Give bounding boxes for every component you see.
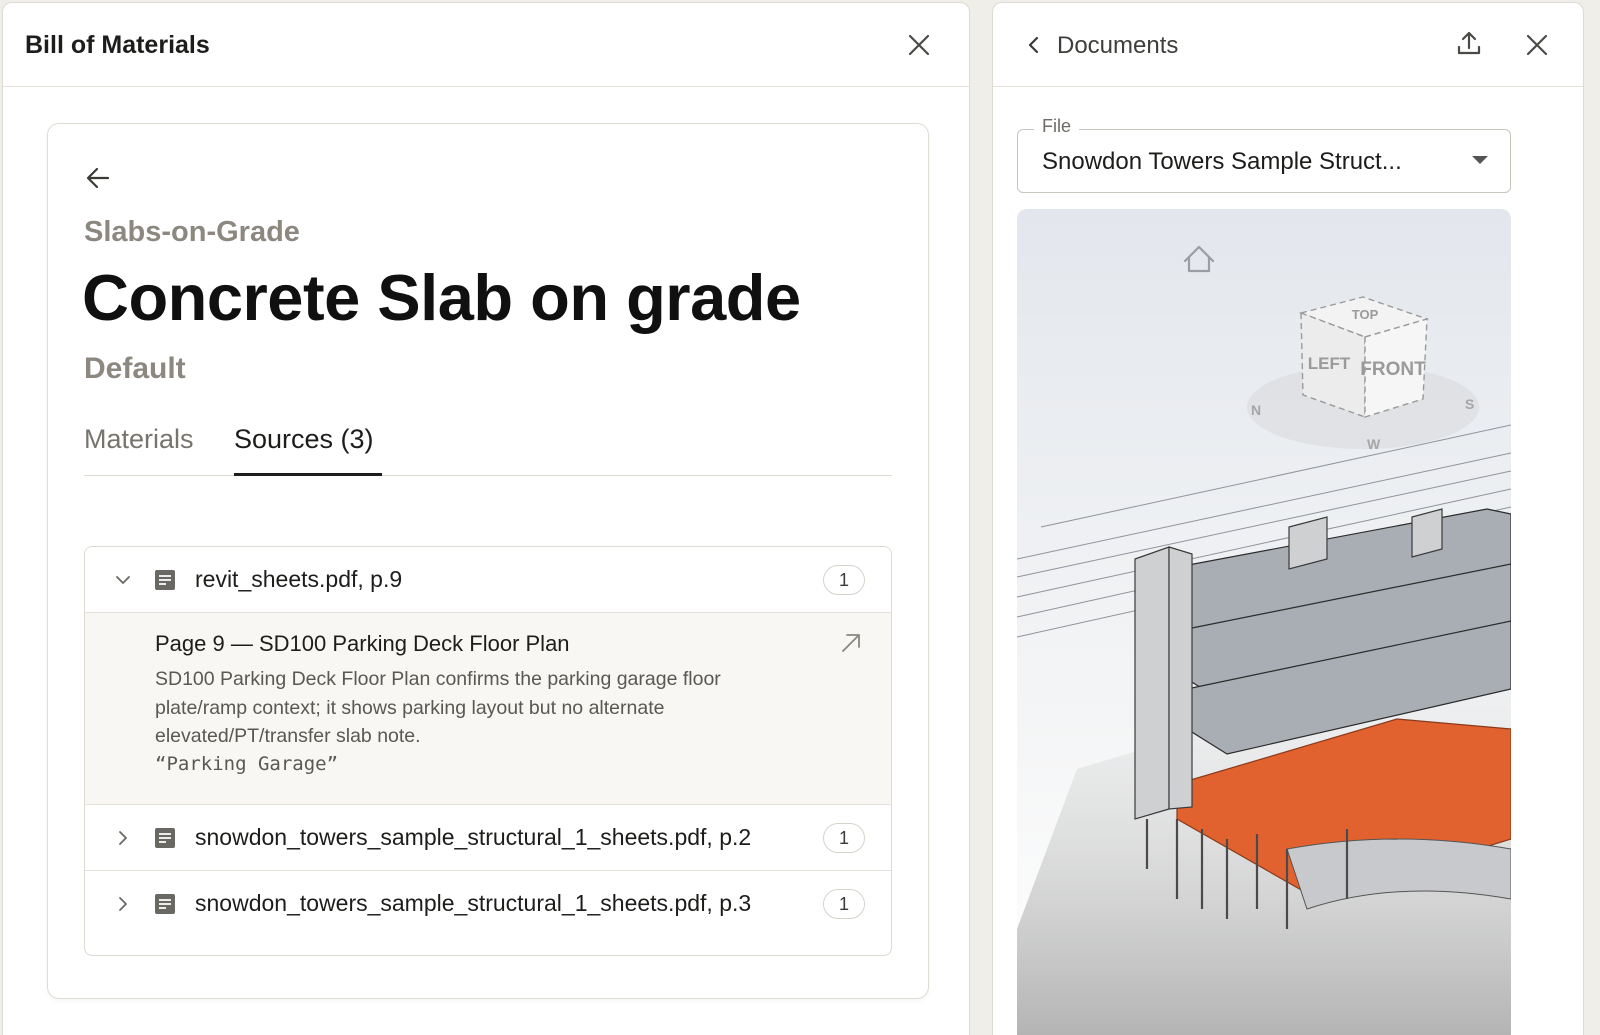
source-name: snowdon_towers_sample_structural_1_sheet… xyxy=(195,890,752,916)
bom-header: Bill of Materials xyxy=(3,3,969,87)
document-icon xyxy=(155,828,175,848)
viewcube-top-label: TOP xyxy=(1352,307,1379,322)
file-select-value: Snowdon Towers Sample Struct... xyxy=(1042,148,1402,175)
building-model-render: TOP LEFT FRONT N S W xyxy=(1017,245,1511,1035)
model-viewer[interactable]: TOP LEFT FRONT N S W xyxy=(1017,209,1511,1035)
viewcube-front-label: FRONT xyxy=(1360,359,1426,380)
source-detail-body: SD100 Parking Deck Floor Plan confirms t… xyxy=(155,668,721,747)
source-count-badge: 1 xyxy=(823,889,865,919)
chevron-right-icon[interactable] xyxy=(113,894,133,914)
active-tab-indicator xyxy=(234,473,382,476)
source-name: snowdon_towers_sample_structural_1_sheet… xyxy=(195,824,752,850)
source-row[interactable]: snowdon_towers_sample_structural_1_sheet… xyxy=(85,871,891,937)
item-tabs: Materials Sources (3) xyxy=(84,414,892,476)
item-variant: Default xyxy=(84,352,186,385)
item-category: Slabs-on-Grade xyxy=(84,216,300,248)
caret-down-icon xyxy=(1472,156,1488,164)
sources-list: revit_sheets.pdf, p.9 1 Page 9 — SD100 P… xyxy=(84,546,892,956)
bom-item-card: Slabs-on-Grade Concrete Slab on grade De… xyxy=(47,123,929,999)
bill-of-materials-panel: Bill of Materials Slabs-on-Grade Concret… xyxy=(2,2,970,1035)
source-row[interactable]: snowdon_towers_sample_structural_1_sheet… xyxy=(85,805,891,871)
documents-panel: Documents File Snowdon Towers Sample Str… xyxy=(992,2,1584,1035)
source-row[interactable]: revit_sheets.pdf, p.9 1 xyxy=(85,547,891,613)
source-count-badge: 1 xyxy=(823,823,865,853)
back-button[interactable] xyxy=(80,160,116,196)
close-icon xyxy=(1526,34,1548,56)
home-icon[interactable] xyxy=(1183,245,1215,273)
document-icon xyxy=(155,894,175,914)
close-documents-button[interactable] xyxy=(1519,27,1555,63)
tab-sources[interactable]: Sources (3) xyxy=(234,424,374,455)
tab-materials[interactable]: Materials xyxy=(84,424,194,455)
file-select[interactable]: File Snowdon Towers Sample Struct... xyxy=(1017,116,1511,193)
chevron-down-icon[interactable] xyxy=(113,570,133,590)
source-name: revit_sheets.pdf, p.9 xyxy=(195,566,403,592)
close-icon xyxy=(908,34,930,56)
file-select-label: File xyxy=(1034,116,1080,137)
source-count-badge: 1 xyxy=(823,565,865,595)
close-bom-button[interactable] xyxy=(901,27,937,63)
documents-header: Documents xyxy=(993,3,1583,87)
bom-title: Bill of Materials xyxy=(25,31,210,59)
source-detail-title: Page 9 — SD100 Parking Deck Floor Plan xyxy=(155,631,570,656)
arrow-up-right-icon[interactable] xyxy=(837,629,865,657)
item-title: Concrete Slab on grade xyxy=(82,261,801,334)
compass-s-label: S xyxy=(1465,396,1474,412)
documents-back-button[interactable] xyxy=(1017,27,1051,63)
chevron-left-icon xyxy=(1028,36,1039,54)
source-detail-quote: “Parking Garage” xyxy=(155,753,339,775)
export-button[interactable] xyxy=(1451,25,1487,61)
chevron-right-icon[interactable] xyxy=(113,828,133,848)
source-detail: Page 9 — SD100 Parking Deck Floor Plan S… xyxy=(85,613,891,805)
upload-icon xyxy=(1457,31,1481,55)
compass-n-label: N xyxy=(1251,402,1261,418)
documents-title: Documents xyxy=(1057,32,1179,59)
document-icon xyxy=(155,570,175,590)
viewcube-left-label: LEFT xyxy=(1308,354,1351,373)
arrow-left-icon xyxy=(86,167,110,189)
compass-w-label: W xyxy=(1367,436,1381,452)
view-cube[interactable]: TOP LEFT FRONT N S W xyxy=(1247,296,1479,452)
